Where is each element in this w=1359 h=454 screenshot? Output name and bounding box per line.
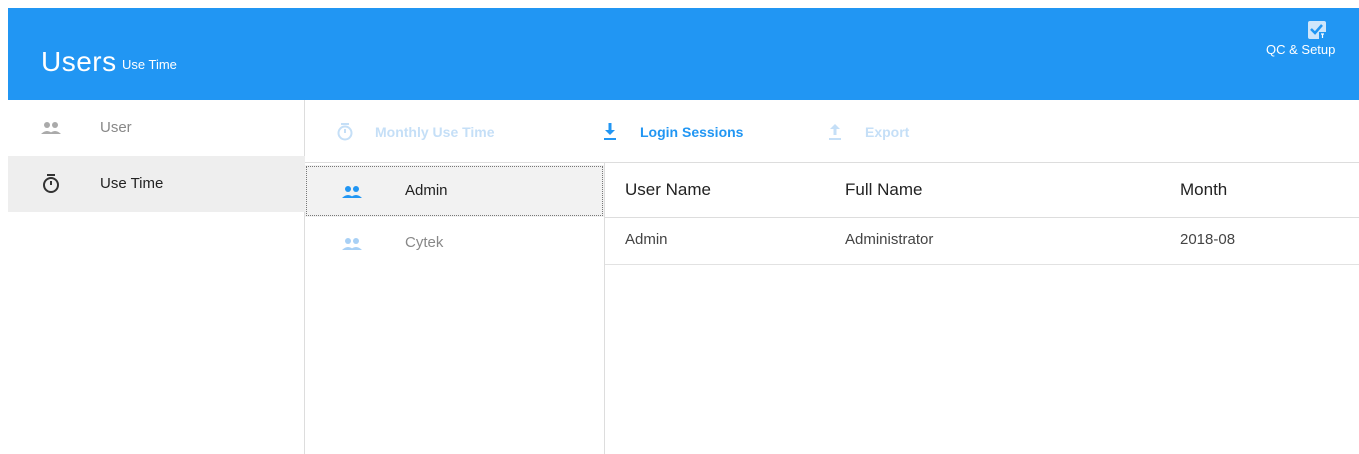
page-subtitle: Use Time — [122, 57, 177, 72]
users-icon — [342, 186, 362, 198]
sidebar-item-use-time[interactable]: Use Time — [8, 156, 305, 212]
toolbar: Monthly Use Time Login Sessions Export — [305, 100, 1359, 162]
users-icon — [342, 238, 362, 250]
sessions-table: User Name Full Name Month Admin Administ… — [605, 162, 1359, 454]
download-icon — [604, 123, 616, 140]
qc-checkbox-icon — [1308, 21, 1326, 39]
user-list: Admin Cytek — [305, 162, 605, 454]
upload-icon — [829, 124, 841, 140]
qc-setup-button[interactable]: QC & Setup — [1263, 20, 1359, 70]
column-header-month[interactable]: Month — [1180, 180, 1227, 200]
column-header-full-name[interactable]: Full Name — [845, 180, 922, 200]
monthly-use-time-label: Monthly Use Time — [375, 124, 495, 140]
list-item-admin[interactable]: Admin — [305, 165, 604, 217]
login-sessions-label: Login Sessions — [640, 124, 744, 140]
qc-setup-label: QC & Setup — [1266, 42, 1336, 57]
stopwatch-icon — [43, 174, 59, 193]
cell-full-name: Administrator — [845, 231, 934, 248]
users-icon — [41, 122, 61, 134]
column-header-user-name[interactable]: User Name — [625, 180, 711, 200]
list-item-label: Admin — [405, 182, 448, 199]
sidebar-item-label: Use Time — [100, 175, 164, 192]
table-row[interactable]: Admin Administrator 2018-08 — [605, 218, 1359, 265]
sidebar-item-label: User — [100, 119, 132, 136]
page-title: Users — [41, 46, 117, 77]
list-item-label: Cytek — [405, 234, 444, 251]
cell-user-name: Admin — [625, 231, 668, 248]
sidebar-item-user[interactable]: User — [8, 100, 305, 156]
stopwatch-icon — [337, 123, 353, 141]
table-header: User Name Full Name Month — [605, 163, 1359, 218]
cell-month: 2018-08 — [1180, 231, 1236, 248]
sidebar: User Use Time — [8, 100, 305, 454]
list-item-cytek[interactable]: Cytek — [305, 217, 604, 269]
app-header: Users Use Time QC & Setup — [8, 8, 1359, 100]
export-label: Export — [865, 124, 910, 140]
